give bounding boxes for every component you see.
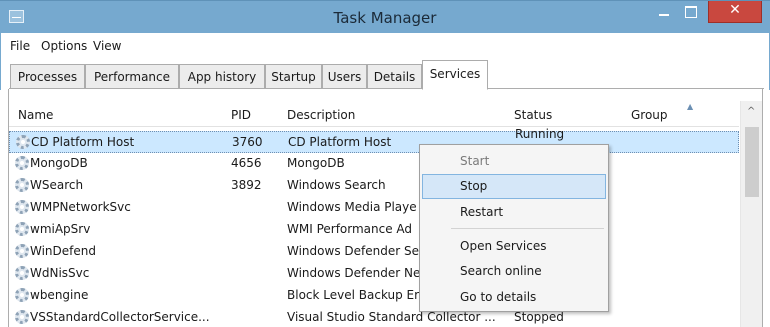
table-row[interactable]: CD Platform Host 3760 CD Platform Host R…	[9, 127, 739, 153]
service-name: MongoDB	[30, 156, 88, 170]
maximize-button[interactable]	[677, 1, 704, 23]
context-menu-start: Start	[422, 149, 606, 174]
menu-separator	[451, 228, 604, 229]
service-description: MongoDB	[287, 156, 345, 170]
tab-label: Services	[429, 67, 481, 81]
menu-options[interactable]: Options	[41, 39, 87, 53]
service-name: WinDefend	[30, 244, 96, 258]
table-row[interactable]: wmiApSrv WMI Performance Ad	[9, 219, 739, 241]
service-description: CD Platform Host	[288, 135, 392, 149]
service-name: wbengine	[30, 288, 89, 302]
menu-item-label: Open Services	[460, 239, 547, 253]
tab-users[interactable]: Users	[322, 64, 367, 89]
table-row[interactable]: WinDefend Windows Defender Se	[9, 241, 739, 263]
service-name: WMPNetworkSvc	[30, 200, 131, 214]
close-button[interactable]: ✕	[708, 1, 762, 23]
context-menu: Start Stop Restart Open Services Search …	[419, 144, 609, 312]
vertical-scrollbar[interactable]: ^	[740, 101, 762, 327]
service-name: CD Platform Host	[31, 135, 135, 149]
scroll-up-icon[interactable]: ^	[747, 106, 755, 117]
tab-label: App history	[187, 70, 257, 84]
tab-performance[interactable]: Performance	[85, 64, 179, 89]
close-icon: ✕	[729, 2, 741, 18]
menu-view[interactable]: View	[93, 39, 121, 53]
service-gear-icon	[15, 222, 29, 236]
table-row[interactable]: WSearch 3892 Windows Search	[9, 175, 739, 197]
scroll-thumb[interactable]	[745, 127, 759, 197]
service-name: wmiApSrv	[30, 222, 91, 236]
table-header: Name PID Description Status Group ▲	[9, 101, 739, 127]
service-gear-icon	[15, 244, 29, 258]
tab-services[interactable]: Services	[422, 60, 488, 90]
minimize-button[interactable]	[651, 1, 677, 23]
table-row[interactable]: WMPNetworkSvc Windows Media Playe	[9, 197, 739, 219]
sort-ascending-icon: ▲	[687, 102, 694, 111]
services-panel: Name PID Description Status Group ▲ CD P…	[8, 89, 763, 327]
tab-label: Details	[373, 70, 416, 84]
service-pid: 3760	[232, 135, 263, 149]
table-row[interactable]: WdNisSvc Windows Defender Ne	[9, 263, 739, 285]
tab-app-history[interactable]: App history	[179, 64, 265, 89]
table-row[interactable]: wbengine Block Level Backup Er	[9, 285, 739, 307]
tab-label: Startup	[271, 70, 316, 84]
service-gear-icon	[15, 266, 29, 280]
service-gear-icon	[15, 156, 29, 170]
service-description: Windows Defender Ne	[287, 266, 421, 280]
service-name: WSearch	[30, 178, 84, 192]
context-menu-stop[interactable]: Stop	[422, 174, 606, 199]
column-header-group[interactable]: Group	[631, 108, 668, 122]
tab-startup[interactable]: Startup	[265, 64, 322, 89]
menu-item-label: Search online	[460, 264, 542, 278]
service-gear-icon	[15, 288, 29, 302]
tab-label: Processes	[17, 70, 78, 84]
column-header-status[interactable]: Status	[514, 108, 552, 122]
menu-bar: File Options View	[0, 33, 770, 57]
tab-label: Users	[327, 70, 362, 84]
tab-processes[interactable]: Processes	[10, 64, 85, 89]
service-gear-icon	[16, 135, 30, 149]
context-menu-search-online[interactable]: Search online	[422, 259, 606, 284]
service-description: Windows Search	[287, 178, 386, 192]
table-row[interactable]: VSStandardCollectorService... Visual Stu…	[9, 307, 739, 327]
service-description: Windows Media Playe	[287, 200, 417, 214]
service-gear-icon	[15, 310, 29, 324]
column-header-name[interactable]: Name	[18, 108, 53, 122]
menu-file[interactable]: File	[10, 39, 30, 53]
column-header-description[interactable]: Description	[287, 108, 355, 122]
task-manager-window: Task Manager ✕ File Options View Process…	[0, 0, 770, 327]
service-gear-icon	[15, 200, 29, 214]
context-menu-go-to-details[interactable]: Go to details	[422, 285, 606, 310]
menu-item-label: Start	[460, 154, 490, 168]
menu-item-label: Restart	[460, 205, 504, 219]
column-header-pid[interactable]: PID	[231, 108, 251, 122]
context-menu-open-services[interactable]: Open Services	[422, 234, 606, 259]
tab-strip: Processes Performance App history Startu…	[0, 57, 770, 90]
service-status: Stopped	[514, 310, 564, 324]
tab-label: Performance	[93, 70, 171, 84]
tab-details[interactable]: Details	[367, 64, 422, 89]
service-name: WdNisSvc	[30, 266, 90, 280]
service-gear-icon	[15, 178, 29, 192]
service-pid: 4656	[231, 156, 262, 170]
service-name: VSStandardCollectorService...	[30, 310, 210, 324]
service-pid: 3892	[231, 178, 262, 192]
context-menu-restart[interactable]: Restart	[422, 200, 606, 225]
service-description: Block Level Backup Er	[287, 288, 420, 302]
service-description: WMI Performance Ad	[287, 222, 413, 236]
service-description: Visual Studio Standard Collector ...	[287, 310, 496, 324]
menu-item-label: Stop	[460, 179, 488, 193]
menu-item-label: Go to details	[460, 290, 537, 304]
service-description: Windows Defender Se	[287, 244, 419, 258]
table-row[interactable]: MongoDB 4656 MongoDB	[9, 153, 739, 175]
title-bar[interactable]: Task Manager ✕	[0, 0, 770, 33]
service-status: Running	[515, 127, 565, 141]
